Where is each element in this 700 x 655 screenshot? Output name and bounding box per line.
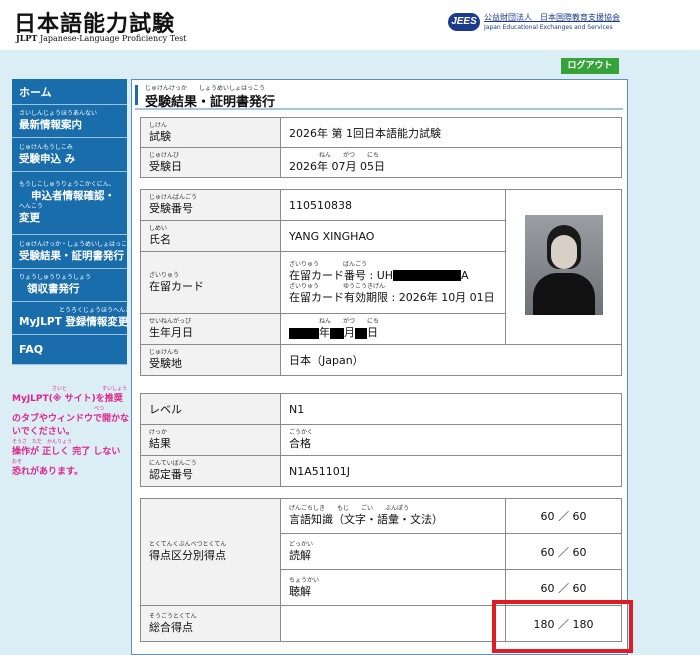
- result-value: ごうかく 合格: [280, 424, 622, 456]
- table-row: しけん 試験 2026年 第 1回日本語能力試験: [140, 117, 622, 148]
- candidate-name-value: YANG XINGHAO: [280, 220, 506, 252]
- score-section-name: げんごちしき もじ ごい ぶんぽう 言語知識（文字・語彙・文法）: [280, 498, 506, 534]
- certificate-number-value: N1A51101J: [280, 455, 622, 487]
- section-score-label: とくてんくぶんべつとくてん 得点区分別得点: [140, 498, 281, 606]
- redacted-block: [355, 327, 367, 339]
- table-row: じゅけんび 受験日 ねん がつ にち 2026年 07月 05日: [140, 147, 622, 178]
- redacted-block: [330, 327, 344, 339]
- exam-location-value: 日本（Japan）: [280, 344, 622, 376]
- score-section-name: どっかい 読解: [280, 533, 506, 570]
- exam-name-label: しけん 試験: [140, 117, 281, 148]
- result-label: けっか 結果: [140, 424, 281, 456]
- candidate-photo: [524, 215, 603, 315]
- title-accent-bar: [135, 85, 138, 105]
- residence-card-label: ざいりゅう 在留カード: [140, 251, 281, 314]
- jees-org-name[interactable]: 公益財団法人 日本国際教育支援協会: [484, 12, 620, 23]
- jees-logo-icon[interactable]: JEES: [448, 13, 480, 31]
- birth-date-value: ねん がつ にち 年月日: [280, 313, 506, 345]
- sidebar-item-results[interactable]: じゅけんけっか・しょうめいしょはっこう 受験結果・証明書発行: [12, 235, 133, 269]
- total-score-highlight: [492, 600, 633, 653]
- table-row: じゅけんち 受験地 日本（Japan）: [140, 344, 622, 376]
- browser-warning-note: さいと すいしょう MyJLPT(※ サイト)を推奨 べつ のタブやウィンドウで…: [12, 386, 130, 477]
- candidate-number-label: じゅけんばんごう 受験番号: [140, 189, 281, 221]
- jees-org-english: Japan Educational Exchanges and Services: [484, 24, 613, 31]
- score-section-value: 60 ／ 60: [505, 533, 622, 570]
- candidate-number-value: 110510838: [280, 189, 506, 221]
- sidebar-item-faq[interactable]: FAQ: [12, 335, 127, 365]
- redacted-block: [289, 327, 319, 339]
- sidebar-item-home[interactable]: ホーム: [12, 79, 127, 105]
- jlpt-logo-subtitle: JLPT Japanese-Language Proficiency Test: [16, 33, 187, 43]
- sidebar-item-myjlpt-settings[interactable]: とうろくじょうほうへんこう MyJLPT 登録情報変更: [12, 302, 137, 335]
- birth-date-label: せいねんがっぴ 生年月日: [140, 313, 281, 345]
- residence-card-value: ざいりゅう ばんごう 在留カード番号 : UH A ざいりゅう ゆうこうきげん 在…: [280, 251, 506, 314]
- level-value: N1: [280, 393, 622, 425]
- page-title: じゅけんけっか しょうめいしょはっこう 受験結果・証明書発行: [135, 82, 623, 110]
- table-row: とくてんくぶんべつとくてん 得点区分別得点 げんごちしき もじ ごい ぶんぽう 言語…: [140, 498, 622, 606]
- level-label: レベル: [140, 393, 281, 425]
- total-score-spacer: [280, 605, 506, 642]
- logout-button[interactable]: ログアウト: [561, 58, 619, 74]
- sidebar-item-apply[interactable]: じゅけんもうしこみ 受験申込 み: [12, 138, 127, 172]
- sidebar-item-applicant-info[interactable]: もうしこしゅうりょうこかくにん、 申込者情報確認・ へんこう 変更: [12, 172, 127, 235]
- table-row: じゅけんばんごう 受験番号 110510838: [140, 189, 622, 345]
- result-info-table: レベル N1 けっか 結果 ごうかく 合格 にんていばんごう 認定番号 N1A5110…: [140, 393, 622, 487]
- site-header: 日本語能力試験 JLPT Japanese-Language Proficien…: [0, 0, 700, 50]
- score-section-value: 60 ／ 60: [505, 498, 622, 534]
- table-row: レベル N1: [140, 393, 622, 425]
- redacted-block: [393, 270, 462, 281]
- candidate-info-table: じゅけんばんごう 受験番号 110510838 しめい 氏名 YANG XINGHA…: [140, 189, 622, 376]
- exam-location-label: じゅけんち 受験地: [140, 344, 281, 376]
- exam-name-value: 2026年 第 1回日本語能力試験: [280, 117, 622, 148]
- sidebar-item-receipt[interactable]: りょうしゅうりょうしょう 領収書発行: [12, 269, 127, 302]
- table-row: けっか 結果 ごうかく 合格: [140, 424, 622, 456]
- table-row: にんていばんごう 認定番号 N1A51101J: [140, 455, 622, 487]
- exam-info-table: しけん 試験 2026年 第 1回日本語能力試験 じゅけんび 受験日 ねん がつ に…: [140, 117, 622, 178]
- page-title-text: 受験結果・証明書発行: [145, 95, 276, 110]
- photo-cell: [505, 189, 622, 345]
- candidate-name-label: しめい 氏名: [140, 220, 281, 252]
- total-score-label: そうごうとくてん 総合得点: [140, 605, 281, 642]
- score-section-name: ちょうかい 聴解: [280, 569, 506, 606]
- sidebar-nav: ホーム さいしんじょうほうあんない 最新情報案内 じゅけんもうしこみ 受験申込 …: [12, 79, 137, 365]
- exam-date-value: ねん がつ にち 2026年 07月 05日: [280, 147, 622, 178]
- sidebar-item-news[interactable]: さいしんじょうほうあんない 最新情報案内: [12, 105, 127, 138]
- exam-date-label: じゅけんび 受験日: [140, 147, 281, 178]
- certificate-number-label: にんていばんごう 認定番号: [140, 455, 281, 487]
